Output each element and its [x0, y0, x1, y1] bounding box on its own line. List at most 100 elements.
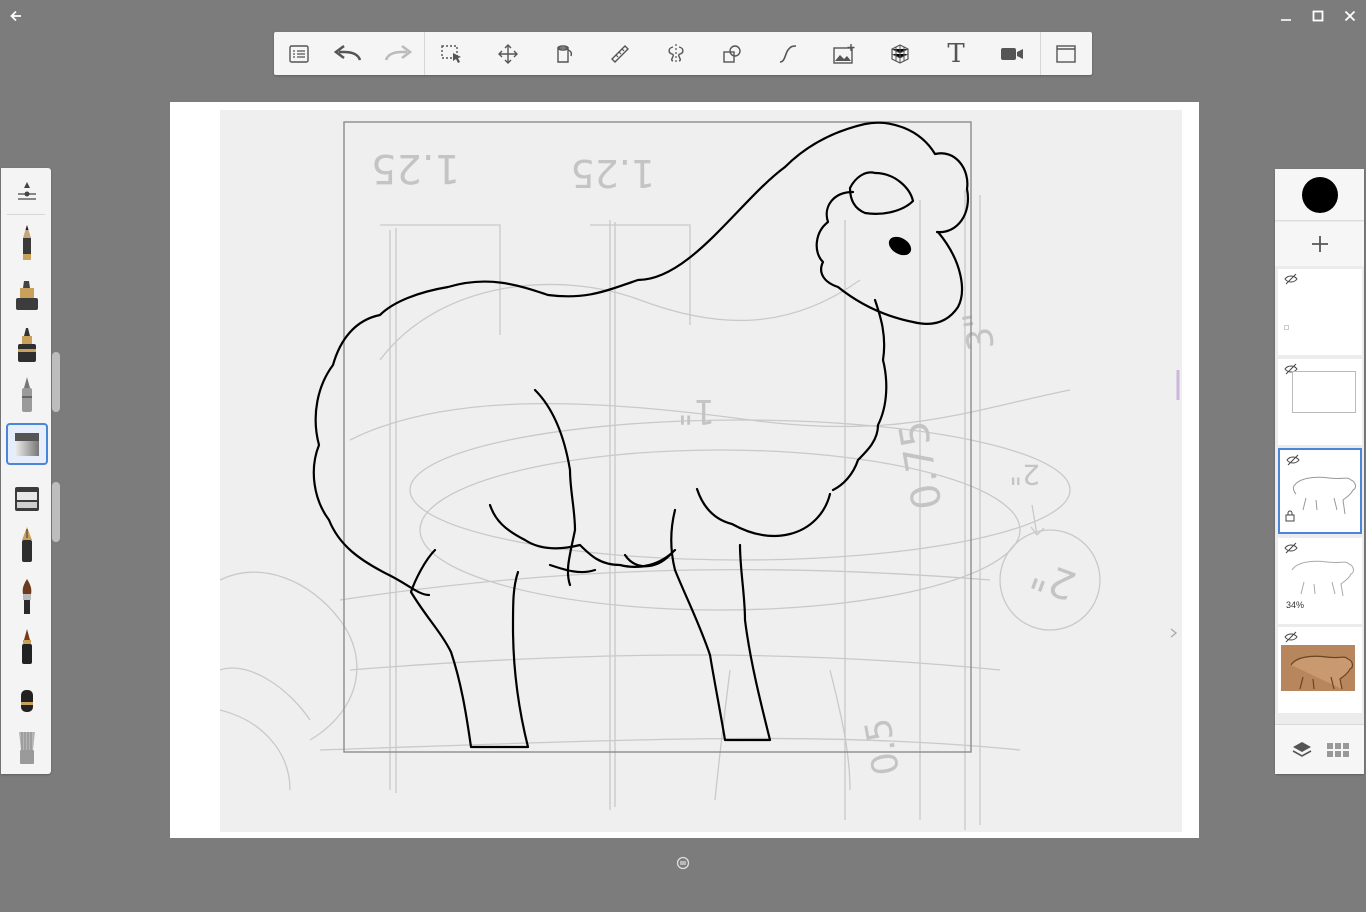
symmetry-icon	[668, 44, 684, 64]
selection-icon	[441, 45, 461, 63]
ruler-icon	[611, 45, 629, 63]
layer-item[interactable]	[1278, 269, 1362, 355]
layer-thumbnail	[1292, 371, 1356, 413]
brush-palette	[1, 168, 51, 774]
eraser-brush[interactable]	[6, 423, 48, 465]
brush-opacity-slider-handle[interactable]	[52, 482, 60, 542]
back-button[interactable]	[4, 4, 28, 28]
window-title-bar	[0, 0, 1366, 32]
smudge-brush[interactable]	[6, 680, 48, 722]
time-lapse-button[interactable]	[996, 38, 1028, 70]
ruler-button[interactable]	[604, 38, 636, 70]
sketch-label: 1"	[678, 391, 715, 431]
sketch-label: 0.75	[891, 417, 952, 513]
redo-button[interactable]	[382, 38, 414, 70]
blender-brush[interactable]	[6, 726, 48, 768]
marker-icon	[16, 281, 38, 310]
ballpoint-icon	[22, 377, 32, 412]
pencil-brush[interactable]	[6, 222, 48, 264]
layer-item[interactable]	[1278, 448, 1362, 534]
shapes-button[interactable]	[716, 38, 748, 70]
toolbar-divider	[424, 32, 425, 75]
lists-button[interactable]	[283, 38, 315, 70]
maximize-button[interactable]	[1306, 4, 1330, 28]
import-image-button[interactable]	[828, 38, 860, 70]
perspective-grid-icon	[891, 44, 909, 64]
redo-icon	[384, 44, 413, 61]
ink-pen-brush[interactable]	[6, 324, 48, 366]
sketch-label: 1.25	[371, 145, 460, 191]
text-icon: T	[947, 39, 965, 69]
eraser-icon	[15, 433, 39, 456]
video-icon	[1001, 48, 1023, 60]
rotate-icon	[676, 856, 690, 870]
sheep-drawing: 1.25 1.25 1" 0.75 2" 0.5 3" 2"	[220, 121, 1180, 830]
minimize-icon	[1281, 19, 1291, 21]
pencil-icon	[23, 225, 31, 260]
sketch-label: 0.5	[858, 715, 908, 779]
blender-icon	[19, 732, 35, 764]
move-icon	[498, 44, 518, 64]
undo-button[interactable]	[332, 38, 364, 70]
layers-button[interactable]	[1289, 737, 1315, 763]
layer-thumbnail	[1291, 560, 1354, 597]
plus-icon	[1311, 236, 1328, 252]
curve-icon	[779, 45, 797, 63]
canvas-rotate-handle[interactable]	[676, 856, 690, 870]
selection-button[interactable]	[436, 38, 468, 70]
maximize-icon	[1312, 10, 1324, 22]
layer-item[interactable]: 34%	[1278, 538, 1362, 624]
drawing-canvas[interactable]: 1.25 1.25 1" 0.75 2" 0.5 3" 2"	[170, 102, 1199, 838]
text-button[interactable]: T	[940, 38, 972, 70]
marker-brush[interactable]	[6, 274, 48, 316]
layer-thumbnail	[1284, 325, 1289, 330]
list-icon	[289, 45, 309, 63]
close-button[interactable]	[1338, 4, 1362, 28]
curves-button[interactable]	[772, 38, 804, 70]
fountain-pen-brush[interactable]	[6, 524, 48, 566]
ink-pen-icon	[18, 328, 36, 362]
sketch-label: 2"	[1009, 458, 1040, 491]
reference-sketch-layer: 1.25 1.25 1" 0.75 2" 0.5 3" 2"	[220, 110, 1182, 832]
fill-icon	[557, 45, 573, 63]
brush-library-button[interactable]	[1325, 737, 1351, 763]
brush-size-slider-handle[interactable]	[52, 352, 60, 412]
transform-button[interactable]	[492, 38, 524, 70]
layer-thumbnail	[1292, 476, 1356, 515]
minimize-button[interactable]	[1274, 4, 1298, 28]
layer-panel: 34%	[1275, 169, 1364, 774]
smudge-icon	[21, 690, 33, 712]
brush-settings-icon	[18, 182, 36, 200]
fountain-pen-icon	[22, 527, 32, 562]
color-picker-button[interactable]	[1275, 169, 1364, 221]
lock-icon[interactable]	[1284, 510, 1296, 522]
paint-brush[interactable]	[6, 576, 48, 618]
fill-button[interactable]	[548, 38, 580, 70]
ballpoint-brush[interactable]	[6, 374, 48, 416]
brush-settings-button[interactable]	[6, 170, 48, 212]
layer-item[interactable]	[1278, 359, 1362, 445]
eye-hidden-icon[interactable]	[1284, 631, 1298, 643]
airbrush-brush[interactable]	[6, 626, 48, 668]
current-color-swatch	[1301, 176, 1338, 213]
sketch-label: 2"	[1025, 550, 1082, 608]
grid-icon	[1327, 743, 1349, 757]
add-image-icon	[833, 44, 855, 64]
fullscreen-icon	[1056, 45, 1076, 63]
soft-eraser-brush[interactable]	[6, 478, 48, 520]
eye-hidden-icon[interactable]	[1284, 273, 1298, 285]
symmetry-button[interactable]	[660, 38, 692, 70]
layer-panel-footer	[1275, 724, 1364, 774]
brush-divider	[7, 214, 45, 215]
layers-icon	[1292, 742, 1312, 757]
soft-eraser-icon	[15, 487, 39, 511]
fullscreen-button[interactable]	[1050, 38, 1082, 70]
add-layer-button[interactable]	[1275, 222, 1364, 266]
layer-item[interactable]	[1278, 627, 1362, 713]
main-toolbar: T	[274, 32, 1092, 75]
chevron-right-icon[interactable]	[1170, 628, 1178, 638]
perspective-button[interactable]	[884, 38, 916, 70]
sketch-label: 3"	[956, 307, 1003, 353]
close-icon	[1344, 10, 1356, 22]
back-arrow-icon	[10, 10, 21, 22]
